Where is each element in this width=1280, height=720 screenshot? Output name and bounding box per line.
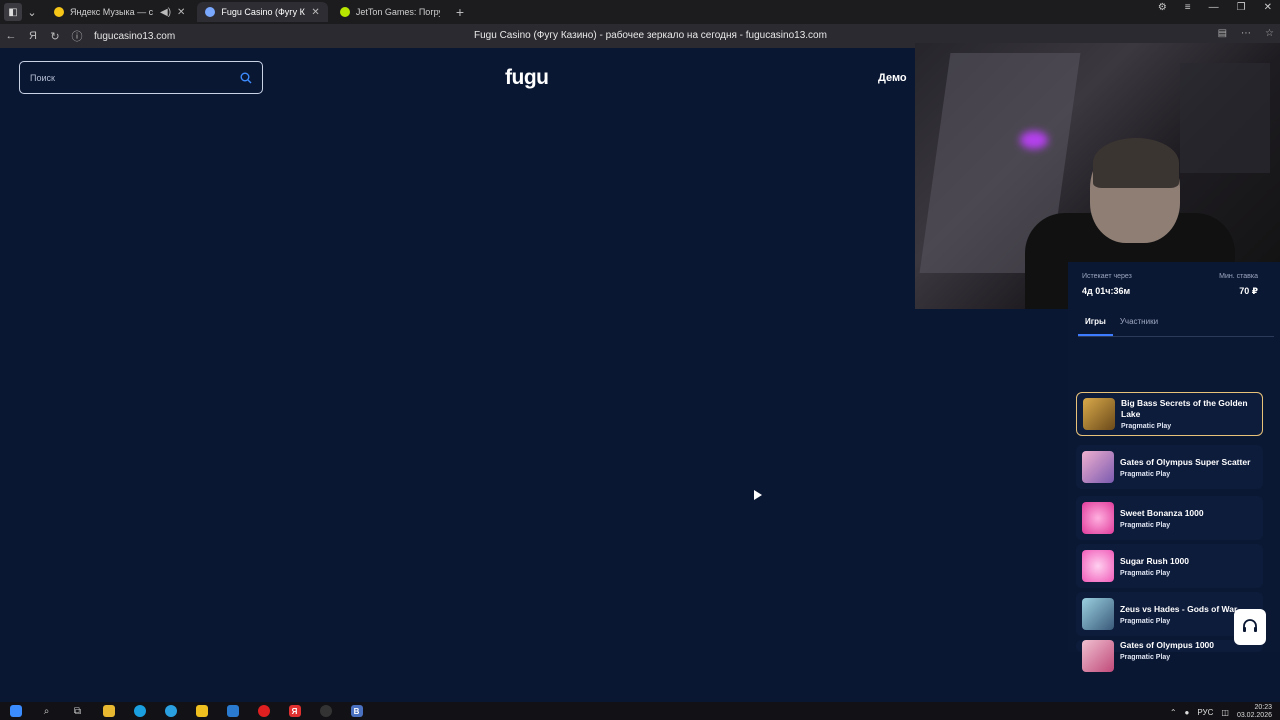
browser-tab[interactable]: Яндекс Музыка — с ◀) ✕: [46, 2, 193, 22]
tournament-tabs: Игры Участники: [1078, 312, 1274, 337]
tab-title: JetTon Games: Погружен: [355, 7, 440, 17]
site-info-icon[interactable]: ⓘ: [66, 28, 88, 44]
demo-button[interactable]: Демо: [878, 72, 907, 84]
tab-favicon-icon: [205, 7, 216, 17]
game-provider: Pragmatic Play: [1120, 653, 1171, 661]
game-thumbnail: [1082, 598, 1114, 630]
mouse-cursor-icon: [754, 490, 762, 500]
language-indicator[interactable]: РУС: [1197, 708, 1213, 717]
tab-close-icon[interactable]: ✕: [311, 7, 319, 18]
back-icon[interactable]: ←: [0, 30, 22, 42]
tournament-panel: Истекает через Мин. ставка 4д 01ч:36м 70…: [1068, 262, 1280, 672]
game-name: Big Bass Secrets of the Golden Lake: [1121, 398, 1248, 419]
clock[interactable]: 20:23 03.02.2026: [1237, 704, 1272, 720]
more-icon[interactable]: ⋯: [1241, 28, 1251, 39]
clock-time: 20:23: [1254, 704, 1272, 711]
site-logo[interactable]: fugu: [505, 66, 549, 90]
reader-icon[interactable]: ▤: [1218, 28, 1227, 39]
yandex-icon[interactable]: Я: [279, 702, 310, 720]
game-item[interactable]: Gates of Olympus Super Scatter Pragmatic …: [1076, 445, 1263, 489]
url-field[interactable]: fugucasino13.com: [94, 31, 175, 42]
cam-person-hair: [1093, 138, 1179, 188]
network-icon[interactable]: ◫: [1221, 708, 1229, 717]
game-thumbnail: [1083, 398, 1115, 430]
tab-title: Fugu Casino (Фугу Ка: [221, 7, 306, 17]
game-provider: Pragmatic Play: [1120, 569, 1171, 577]
tray-chevron-icon[interactable]: ⌃: [1170, 708, 1177, 717]
search-input[interactable]: Поиск: [19, 61, 263, 94]
browser-tab[interactable]: JetTon Games: Погружен: [332, 2, 448, 22]
close-window-icon[interactable]: ✕: [1264, 2, 1272, 13]
min-bet-label: Мин. ставка: [1219, 273, 1258, 280]
tab-close-icon[interactable]: ✕: [177, 7, 185, 18]
game-provider: Pragmatic Play: [1120, 470, 1171, 478]
expires-value: 4д 01ч:36м: [1082, 286, 1131, 296]
explorer-icon[interactable]: [93, 702, 124, 720]
vpn-icon[interactable]: [186, 702, 217, 720]
obs-icon[interactable]: [310, 702, 341, 720]
browser-tab-active[interactable]: Fugu Casino (Фугу Ка ✕: [197, 2, 328, 22]
search-icon[interactable]: ⌕: [31, 702, 62, 720]
address-bar-actions: ▤ ⋯ ☆: [1218, 28, 1280, 39]
task-view-icon[interactable]: ⧉: [62, 702, 93, 720]
cam-light: [1020, 131, 1048, 149]
tabs-dropdown-icon[interactable]: ⌄: [22, 2, 42, 22]
extensions-icon[interactable]: ⚙: [1158, 2, 1167, 13]
telegram-icon[interactable]: [155, 702, 186, 720]
logo-text: fugu: [505, 66, 549, 89]
search-icon[interactable]: [240, 72, 252, 84]
game-item[interactable]: Sugar Rush 1000 Pragmatic Play: [1076, 544, 1263, 588]
tournament-info: Истекает через Мин. ставка 4д 01ч:36м 70…: [1082, 273, 1270, 296]
page-title: Fugu Casino (Фугу Казино) - рабочее зерк…: [474, 30, 827, 41]
clock-date: 03.02.2026: [1236, 712, 1272, 719]
game-name: Sugar Rush 1000: [1120, 555, 1189, 566]
restore-icon[interactable]: ❐: [1237, 2, 1246, 13]
cam-shelf: [1180, 63, 1270, 173]
browser-menu-icon[interactable]: ◧: [4, 3, 22, 21]
menu-icon[interactable]: ≡: [1185, 2, 1191, 13]
game-name: Gates of Olympus Super Scatter: [1120, 456, 1251, 467]
yandex-icon[interactable]: Я: [22, 30, 44, 42]
tab-games[interactable]: Игры: [1078, 312, 1113, 336]
support-chat-button[interactable]: [1234, 609, 1266, 645]
minimize-icon[interactable]: —: [1209, 2, 1219, 13]
start-icon[interactable]: [0, 702, 31, 720]
tab-favicon-icon: [54, 7, 64, 17]
game-thumbnail: [1082, 550, 1114, 582]
tab-title: Яндекс Музыка — с: [70, 7, 154, 17]
game-provider: Pragmatic Play: [1121, 423, 1172, 430]
capture-icon[interactable]: [217, 702, 248, 720]
game-thumbnail: [1082, 640, 1114, 672]
game-thumbnail: [1082, 451, 1114, 483]
game-thumbnail: [1082, 502, 1114, 534]
yandex-browser-icon[interactable]: [248, 702, 279, 720]
browser-tab-bar: ◧ ⌄ Яндекс Музыка — с ◀) ✕ Fugu Casino (…: [0, 0, 1280, 24]
game-item[interactable]: Big Bass Secrets of the Golden Lake Pragm…: [1076, 392, 1263, 436]
mic-icon[interactable]: ●: [1185, 708, 1190, 717]
game-name: Sweet Bonanza 1000: [1120, 507, 1204, 518]
window-controls: ⚙ ≡ — ❐ ✕: [1158, 2, 1272, 13]
windows-taskbar: ⌕ ⧉ Я B ⌃ ● РУС ◫ 20:23 03.02.2026: [0, 702, 1280, 720]
expires-label: Истекает через: [1082, 273, 1132, 280]
min-bet-value: 70 ₽: [1239, 286, 1258, 296]
search-placeholder: Поиск: [30, 72, 55, 83]
bookmark-icon[interactable]: ☆: [1265, 28, 1274, 39]
vk-icon[interactable]: B: [341, 702, 372, 720]
edge-icon[interactable]: [124, 702, 155, 720]
game-provider: Pragmatic Play: [1120, 521, 1171, 529]
new-tab-icon[interactable]: +: [456, 4, 464, 20]
headset-icon: [1243, 619, 1257, 632]
tab-favicon-icon: [339, 7, 350, 17]
game-item[interactable]: Sweet Bonanza 1000 Pragmatic Play: [1076, 496, 1263, 540]
speaker-icon[interactable]: ◀): [160, 7, 171, 18]
reload-icon[interactable]: ↻: [44, 30, 66, 43]
tab-participants[interactable]: Участники: [1113, 312, 1165, 336]
system-tray: ⌃ ● РУС ◫ 20:23 03.02.2026: [1170, 704, 1272, 720]
